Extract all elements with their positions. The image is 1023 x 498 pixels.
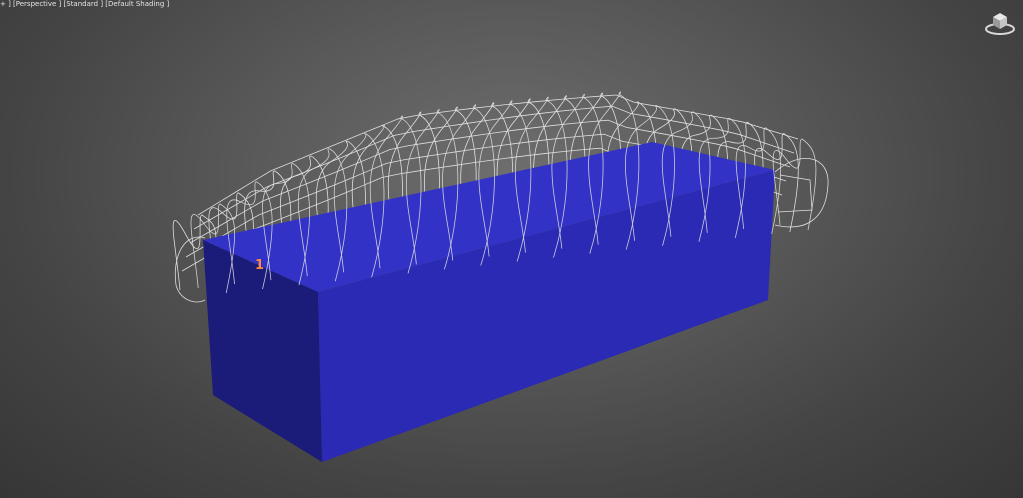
scene-canvas[interactable]: [0, 0, 1023, 498]
viewcube-icon[interactable]: [984, 8, 1016, 36]
wire-rear-bumper: [774, 158, 829, 228]
wire-front-nose: [174, 236, 206, 303]
perspective-viewport[interactable]: + ] [Perspective ] [Standard ] [Default …: [0, 0, 1023, 498]
box-number-label: 1: [255, 258, 265, 273]
blue-box-object[interactable]: [203, 142, 775, 462]
